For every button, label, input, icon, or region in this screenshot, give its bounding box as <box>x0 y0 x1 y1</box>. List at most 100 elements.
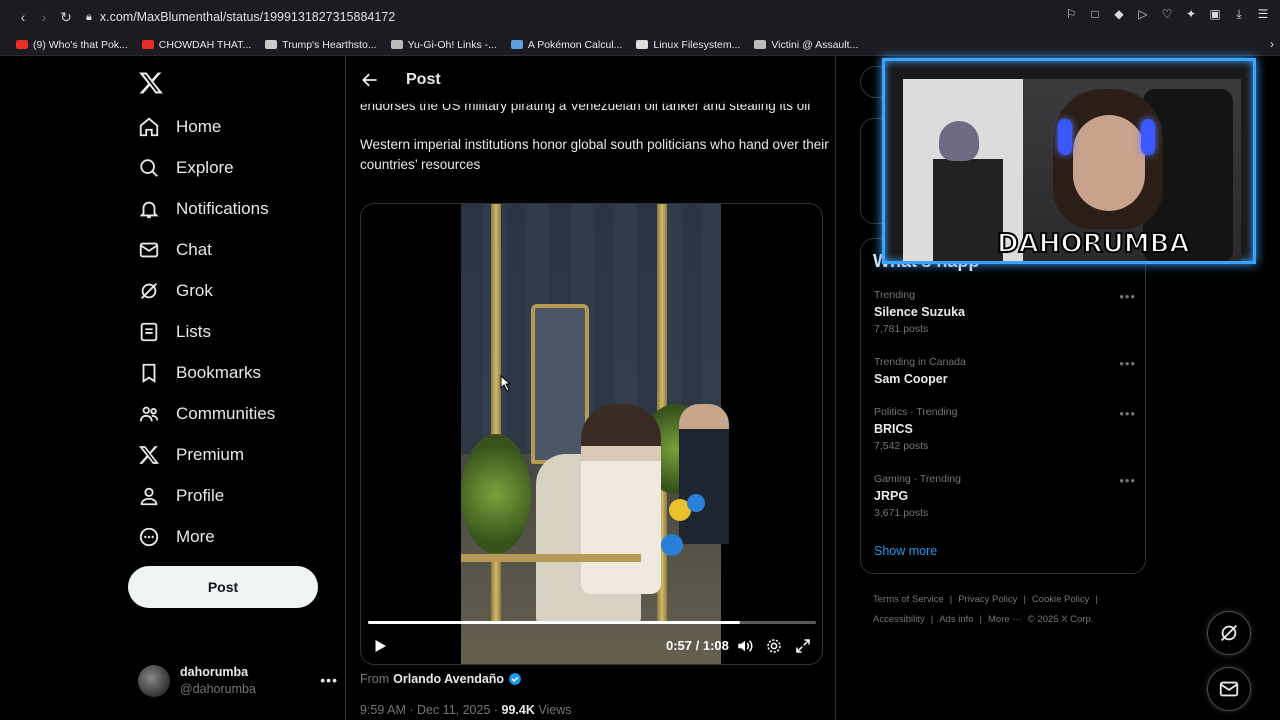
nav-bookmarks[interactable]: Bookmarks <box>138 362 261 384</box>
x-logo-icon[interactable] <box>138 70 164 96</box>
volume-icon[interactable] <box>736 637 754 655</box>
more-dots-icon[interactable]: ••• <box>1119 473 1136 488</box>
video-progress-fill <box>368 621 740 624</box>
nav-more[interactable]: More <box>138 526 215 548</box>
bookmarks-bar: (9) Who's that Pok... CHOWDAH THAT... Tr… <box>0 34 1280 56</box>
trend-name: Silence Suzuka <box>874 305 966 319</box>
grok-fab[interactable] <box>1207 611 1251 655</box>
back-icon[interactable]: ‹ <box>12 6 34 28</box>
more-dots-icon[interactable]: ••• <box>1119 356 1136 371</box>
bookmark-item[interactable]: Yu-Gi-Oh! Links -... <box>390 39 497 51</box>
video-plant <box>461 434 531 554</box>
mail-icon <box>139 242 159 258</box>
youtube-icon <box>141 40 154 49</box>
trend-category: Trending <box>874 289 916 301</box>
video-person <box>679 404 729 544</box>
streamer-name: DAHORUMBA <box>996 228 1191 260</box>
footer-separator: | <box>1023 594 1026 605</box>
reload-icon[interactable]: ↻ <box>55 6 77 28</box>
settings-gear-icon[interactable] <box>765 637 783 655</box>
site-icon <box>390 40 403 49</box>
webcam-face <box>1073 115 1145 211</box>
messages-fab[interactable] <box>1207 667 1251 711</box>
webcam-overlay: DAHORUMBA <box>882 58 1256 264</box>
footer-separator: | <box>930 614 934 625</box>
lock-toolbar-icon[interactable]: ▣ <box>1208 7 1222 21</box>
trend-item[interactable]: Trending in Canada Sam Cooper ••• <box>874 356 1136 386</box>
bookmark-item[interactable]: Linux Filesystem... <box>636 39 740 51</box>
list-icon <box>140 322 158 342</box>
account-switcher[interactable]: dahorumba @dahorumba ••• <box>138 664 338 698</box>
bookmark-item[interactable]: Victini @ Assault... <box>754 39 858 51</box>
post-timestamp[interactable]: 9:59 AM · Dec 11, 2025 · <box>360 703 498 717</box>
left-nav: Home Explore Notifications Chat Grok Lis… <box>128 56 338 720</box>
footer-link[interactable]: More ··· <box>988 614 1022 625</box>
site-icon <box>636 40 649 49</box>
mail-icon <box>1219 681 1239 697</box>
bookmark-item[interactable]: CHOWDAH THAT... <box>141 39 251 51</box>
play-icon[interactable] <box>371 637 389 655</box>
url-text: x.com/MaxBlumenthal/status/1999131827315… <box>99 10 396 24</box>
toolbar-icons: ⚐ □ ◆ ▷ ♡ ✦ ▣ ⤓ ☰ <box>1064 7 1270 22</box>
bookmark-item[interactable]: (9) Who's that Pok... <box>16 39 128 51</box>
nav-notifications[interactable]: Notifications <box>138 198 269 220</box>
play-icon[interactable]: ▷ <box>1136 7 1150 21</box>
show-more-link[interactable]: Show more <box>874 544 937 558</box>
extensions-icon[interactable]: ✦ <box>1184 7 1198 21</box>
footer-link[interactable]: Cookie Policy <box>1032 594 1090 605</box>
communities-icon <box>139 406 159 422</box>
nav-premium[interactable]: Premium <box>138 444 244 466</box>
back-arrow-icon[interactable] <box>360 70 380 90</box>
nav-chat[interactable]: Chat <box>138 239 212 261</box>
nav-home[interactable]: Home <box>138 116 221 138</box>
nav-communities[interactable]: Communities <box>138 403 275 425</box>
footer-link[interactable]: Ads info <box>939 614 973 625</box>
shield-icon[interactable]: ◆ <box>1112 7 1126 21</box>
fullscreen-icon[interactable] <box>794 637 812 655</box>
more-dots-icon[interactable]: ••• <box>1119 406 1136 421</box>
bookmark-icon <box>142 363 156 383</box>
site-icon <box>754 40 767 49</box>
trend-item[interactable]: Politics · Trending BRICS 7,542 posts ••… <box>874 406 1136 452</box>
nav-lists[interactable]: Lists <box>138 321 211 343</box>
grok-icon <box>141 283 157 299</box>
x-logo-icon <box>138 446 160 464</box>
nav-profile[interactable]: Profile <box>138 485 224 507</box>
footer-link[interactable]: Terms of Service <box>873 594 944 605</box>
heart-icon[interactable]: ♡ <box>1160 7 1174 21</box>
more-dots-icon[interactable]: ••• <box>1119 289 1136 304</box>
chevron-right-icon[interactable]: › <box>1270 37 1274 51</box>
trend-item[interactable]: Trending Silence Suzuka 7,781 posts ••• <box>874 289 1136 335</box>
source-account-link[interactable]: Orlando Avendaño <box>393 672 504 686</box>
footer-separator: | <box>949 594 953 605</box>
headset-icon <box>1058 119 1072 155</box>
from-prefix: From <box>360 672 390 686</box>
footer-link[interactable]: Accessibility <box>873 614 925 625</box>
more-dots-icon[interactable]: ••• <box>320 672 338 688</box>
video-controls: 0:57 / 1:08 <box>361 632 822 662</box>
trend-item[interactable]: Gaming · Trending JRPG 3,671 posts ••• <box>874 473 1136 519</box>
post-column: Post endorses the US military pirating a… <box>345 56 836 720</box>
mouse-cursor-icon <box>500 374 512 392</box>
nav-explore[interactable]: Explore <box>138 157 234 179</box>
person-icon <box>140 487 158 506</box>
video-player[interactable]: 0:57 / 1:08 <box>360 203 823 665</box>
video-table <box>461 554 641 562</box>
address-bar[interactable]: 🔒︎ x.com/MaxBlumenthal/status/1999131827… <box>86 7 395 27</box>
pin-icon[interactable]: ⚐ <box>1064 7 1078 21</box>
views-label: Views <box>538 703 572 717</box>
footer-link[interactable]: Privacy Policy <box>958 594 1017 605</box>
menu-icon[interactable]: ☰ <box>1256 7 1270 21</box>
post-button[interactable]: Post <box>128 566 318 608</box>
more-circle-icon <box>139 527 159 547</box>
nav-grok[interactable]: Grok <box>138 280 213 302</box>
post-header: Post <box>346 56 835 104</box>
forward-icon[interactable]: › <box>33 6 55 28</box>
bookmark-item[interactable]: A Pokémon Calcul... <box>510 39 622 51</box>
download-icon[interactable]: ⤓ <box>1232 7 1246 21</box>
video-progress-bar[interactable] <box>368 621 816 624</box>
screenshot-icon[interactable]: □ <box>1088 7 1102 21</box>
trend-name: JRPG <box>874 489 909 503</box>
account-handle: @dahorumba <box>180 682 256 696</box>
bookmark-item[interactable]: Trump's Hearthsto... <box>265 39 377 51</box>
